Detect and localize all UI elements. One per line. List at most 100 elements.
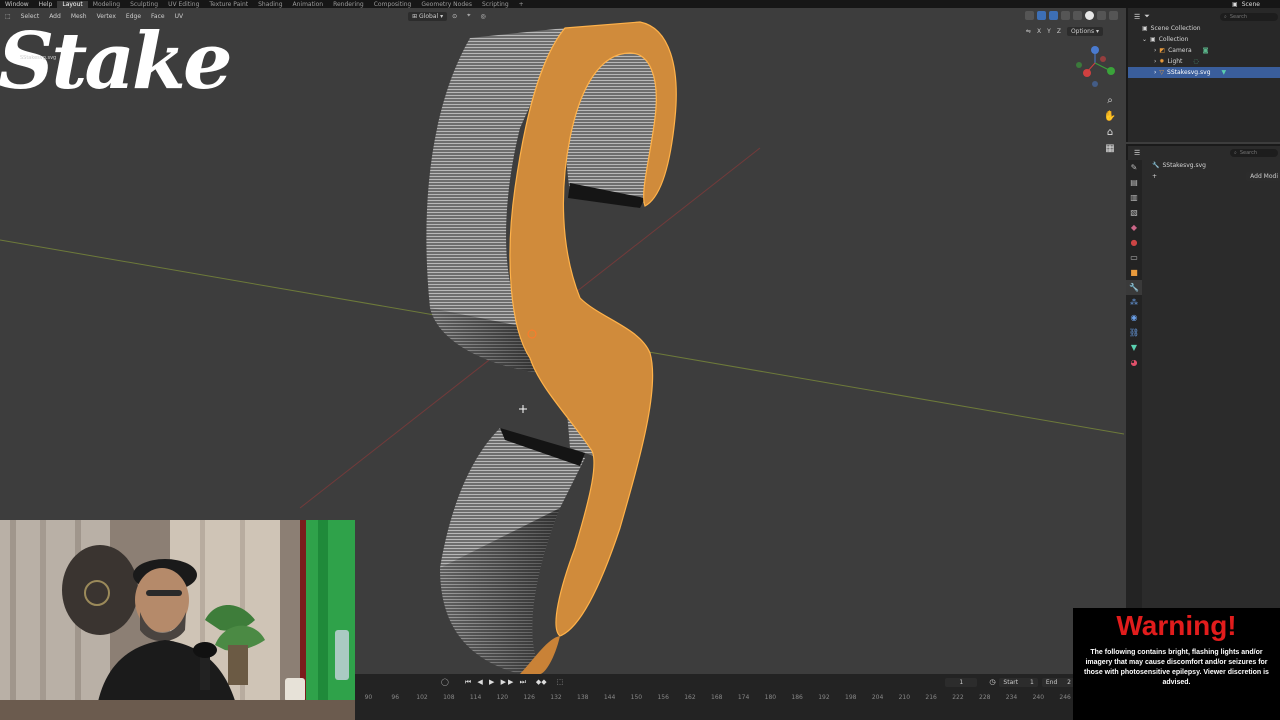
mesh-data-tab-icon[interactable]: ▼ <box>1126 340 1142 355</box>
record-icon[interactable]: ◯ <box>441 678 449 686</box>
zoom-icon[interactable]: ⌕ <box>1102 92 1118 108</box>
perspective-grid-icon[interactable]: ▦ <box>1102 140 1118 156</box>
playback-buttons[interactable]: ⏮ ◀ ▶ ▶▶ ⏭ <box>465 678 528 687</box>
timeline-ruler[interactable]: 90 96 102 108 114 120 126 132 138 144 150 156 162 168… <box>355 690 1075 704</box>
add-workspace-icon[interactable]: + <box>514 1 529 8</box>
outliner-item-camera[interactable]: › ◩ Camera ◙ <box>1128 45 1280 56</box>
mirror-x-toggle[interactable]: X <box>1037 28 1041 35</box>
properties-tabs: ✎ ▤ ▥ ▧ ◆ ● ▭ ■ 🔧 ⁂ ◉ ⛓ ▼ ◕ <box>1126 160 1142 674</box>
scene-tab-icon[interactable]: ◆ <box>1126 220 1142 235</box>
tab-texture-paint[interactable]: Texture Paint <box>204 1 253 8</box>
physics-tab-icon[interactable]: ◉ <box>1126 310 1142 325</box>
overlay-toggle-icon[interactable] <box>1049 11 1058 20</box>
ruler-tick: 186 <box>791 693 803 701</box>
material-shading-icon[interactable] <box>1097 11 1106 20</box>
tab-modeling[interactable]: Modeling <box>88 1 125 8</box>
add-modifier-row: + Add Modi <box>1128 171 1280 182</box>
ruler-tick: 114 <box>469 693 482 701</box>
end-frame-field[interactable]: End 2 <box>1041 677 1075 687</box>
snap-icon[interactable]: ⌖ <box>462 12 475 20</box>
tab-shading[interactable]: Shading <box>253 1 287 8</box>
outliner-editor-icon[interactable]: ☰ <box>1134 13 1140 21</box>
outliner-header: ☰ ⏷ ⌕ Search <box>1128 8 1280 23</box>
tab-sculpting[interactable]: Sculpting <box>125 1 163 8</box>
camera-icon: ◩ <box>1159 47 1166 54</box>
world-tab-icon[interactable]: ● <box>1126 235 1142 250</box>
light-label: Light <box>1167 58 1183 65</box>
tab-geometry-nodes[interactable]: Geometry Nodes <box>416 1 477 8</box>
properties-header: ☰ ⌕ Search <box>1128 146 1280 160</box>
expand-arrow-icon[interactable]: › <box>1154 69 1156 76</box>
ruler-tick: 90 <box>364 693 373 701</box>
outliner-collection[interactable]: ⌄ ▣ Collection <box>1128 34 1280 45</box>
mirror-z-toggle[interactable]: Z <box>1057 28 1061 35</box>
tab-layout[interactable]: Layout <box>57 0 88 8</box>
tool-tab-icon[interactable]: ✎ <box>1126 160 1142 175</box>
mouse-cursor-icon <box>519 405 527 413</box>
ruler-tick: 198 <box>845 693 857 701</box>
menu-help[interactable]: Help <box>34 1 58 8</box>
properties-object-name: SStakesvg.svg <box>1162 162 1206 169</box>
visibility-icon[interactable] <box>1025 11 1034 20</box>
scene-selector[interactable]: ▣ Scene <box>1232 1 1280 8</box>
expand-arrow-icon[interactable]: › <box>1154 58 1156 65</box>
ruler-tick: 120 <box>496 693 509 701</box>
collection-label: Collection <box>1158 36 1189 43</box>
view-layer-tab-icon[interactable]: ▧ <box>1126 205 1142 220</box>
ruler-tick: 216 <box>925 693 937 701</box>
outliner-search-field[interactable]: ⌕ Search <box>1220 12 1278 21</box>
auto-keying-icon[interactable]: ⬚ <box>557 678 564 686</box>
outliner-search-placeholder: Search <box>1229 13 1247 20</box>
constraints-tab-icon[interactable]: ⛓ <box>1126 325 1142 340</box>
tab-scripting[interactable]: Scripting <box>477 1 514 8</box>
proportional-edit-icon[interactable]: ◎ <box>476 13 491 20</box>
solid-shading-icon[interactable] <box>1085 11 1094 20</box>
expand-arrow-icon[interactable]: ⌄ <box>1142 36 1147 43</box>
ruler-tick: 168 <box>711 693 723 701</box>
tab-compositing[interactable]: Compositing <box>369 1 417 8</box>
ruler-tick: 174 <box>737 693 750 701</box>
render-tab-icon[interactable]: ▤ <box>1126 175 1142 190</box>
ruler-tick: 150 <box>630 693 643 701</box>
options-dropdown[interactable]: Options ▾ <box>1066 27 1104 36</box>
xray-icon[interactable] <box>1061 11 1070 20</box>
camera-view-icon[interactable]: ⌂ <box>1102 124 1118 140</box>
modifier-tab-icon[interactable]: 🔧 <box>1126 280 1142 295</box>
add-modifier-button[interactable]: Add Modi <box>1246 172 1280 181</box>
tab-rendering[interactable]: Rendering <box>328 1 369 8</box>
properties-editor-icon[interactable]: ☰ <box>1134 149 1140 157</box>
ruler-tick: 162 <box>684 693 696 701</box>
rendered-shading-icon[interactable] <box>1109 11 1118 20</box>
outliner-item-light[interactable]: › ✹ Light ◌ <box>1128 56 1280 67</box>
tab-uv-editing[interactable]: UV Editing <box>163 1 204 8</box>
wireframe-shading-icon[interactable] <box>1073 11 1082 20</box>
outliner-item-mesh-selected[interactable]: › ▽ SStakesvg.svg ▼ <box>1128 67 1280 78</box>
light-icon: ✹ <box>1159 58 1165 65</box>
menu-window[interactable]: Window <box>0 1 34 8</box>
material-tab-icon[interactable]: ◕ <box>1126 355 1142 370</box>
output-tab-icon[interactable]: ▥ <box>1126 190 1142 205</box>
properties-search-field[interactable]: ⌕ Search <box>1230 149 1278 157</box>
navigation-gizmo[interactable] <box>1076 46 1115 87</box>
ruler-tick: 222 <box>952 693 964 701</box>
warning-body: The following contains bright, flashing … <box>1084 649 1269 686</box>
collection-tab-icon[interactable]: ▭ <box>1126 250 1142 265</box>
logo-subtext: SStakesvg.svg <box>20 55 57 61</box>
tab-animation[interactable]: Animation <box>288 1 329 8</box>
pivot-icon[interactable]: ⊙ <box>447 13 462 20</box>
particles-tab-icon[interactable]: ⁂ <box>1126 295 1142 310</box>
gizmo-toggle-icon[interactable] <box>1037 11 1046 20</box>
object-tab-icon[interactable]: ■ <box>1126 265 1142 280</box>
add-icon: + <box>1152 173 1158 180</box>
mirror-y-toggle[interactable]: Y <box>1047 28 1051 35</box>
current-frame-field[interactable]: 1 <box>945 677 978 687</box>
keyframe-nav-icon[interactable]: ◆◆ <box>536 678 547 686</box>
collection-icon: ▣ <box>1150 36 1156 43</box>
outliner-scene-collection[interactable]: ▣ Scene Collection <box>1128 23 1280 34</box>
pan-hand-icon[interactable]: ✋ <box>1102 108 1118 124</box>
expand-arrow-icon[interactable]: › <box>1154 47 1156 54</box>
ruler-tick: 204 <box>871 693 884 701</box>
transform-orientation-dropdown[interactable]: ⊞ Global ▾ <box>408 11 448 21</box>
filter-icon[interactable]: ⏷ <box>1144 12 1150 21</box>
start-frame-field[interactable]: Start 1 <box>999 677 1038 687</box>
